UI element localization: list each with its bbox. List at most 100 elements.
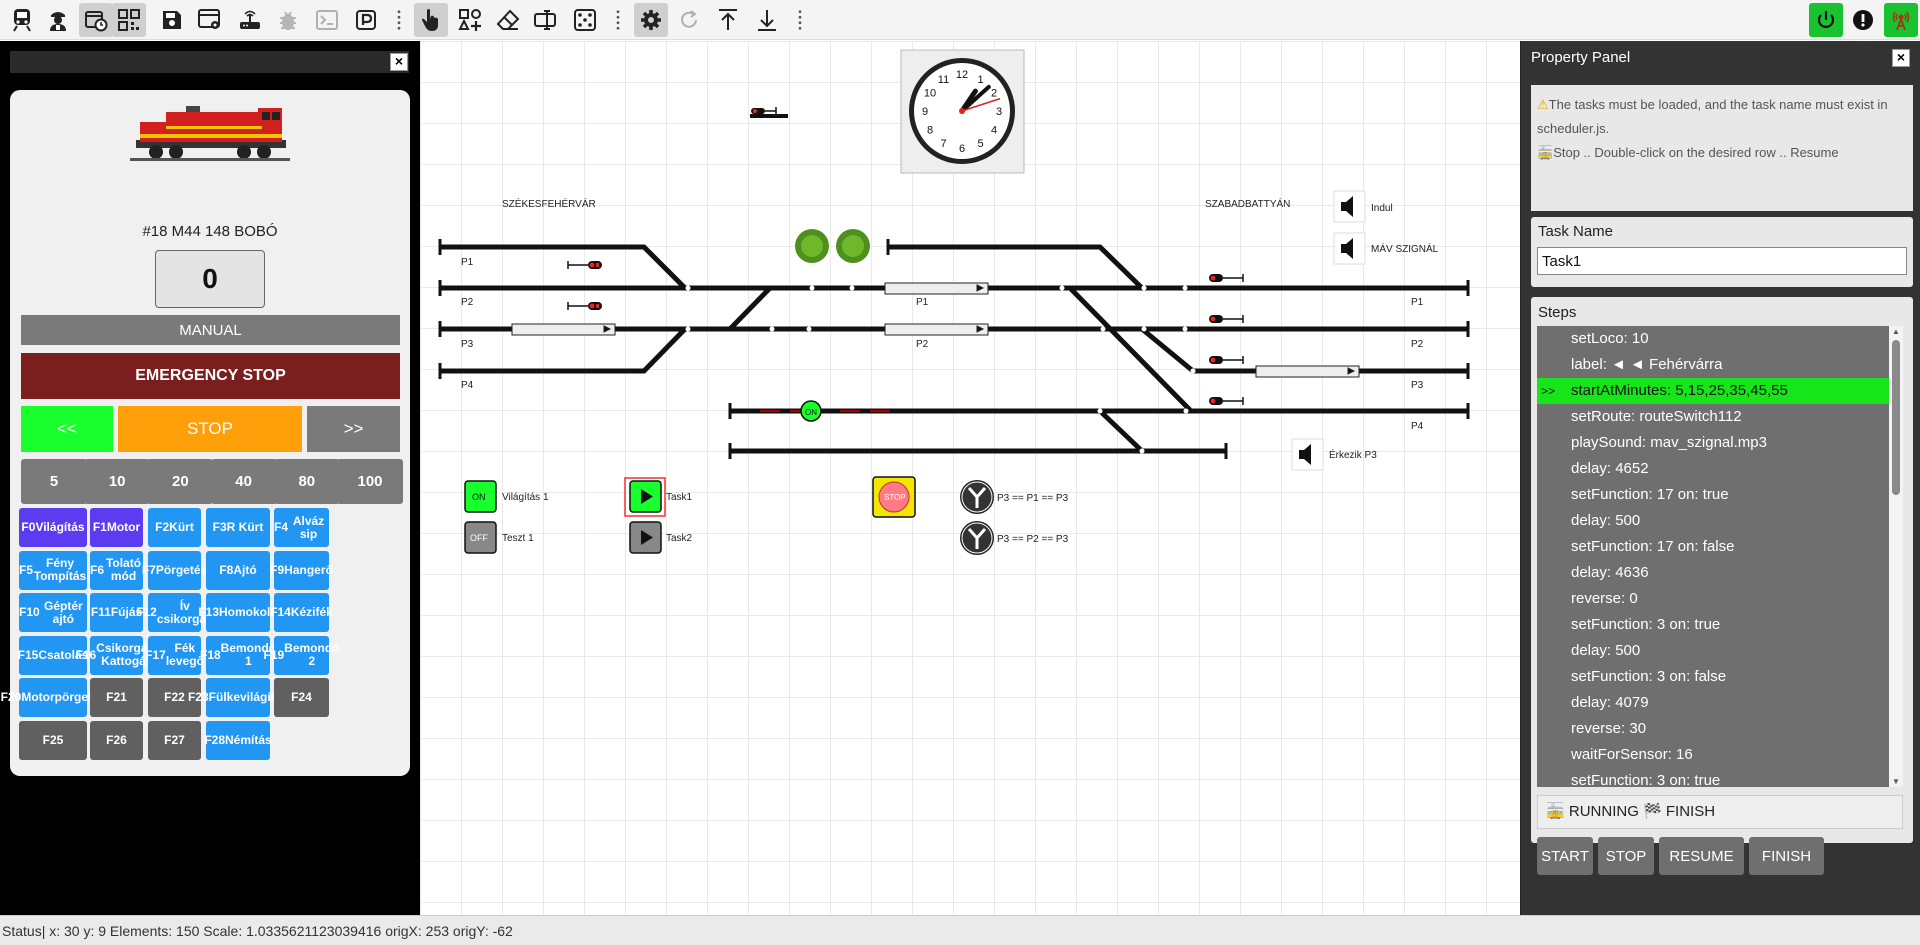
scroll-down-icon[interactable]: ▼ [1892,777,1900,786]
tracks[interactable] [440,244,1468,454]
green-lamps[interactable] [795,229,870,263]
antenna-icon[interactable] [1884,3,1918,37]
task-name-input[interactable] [1537,247,1907,275]
close-icon[interactable]: × [390,53,408,71]
route-button-2[interactable]: P3 == P2 == P3 [960,521,1069,555]
step-row[interactable]: delay: 4652 [1537,456,1889,482]
button-on-vilagitas[interactable]: ON Világítás 1 [464,480,549,513]
function-button-f6[interactable]: F6 Tolató mód [90,550,143,590]
steps-list[interactable]: setLoco: 10 label: ◄ ◄ Fehérvárra >> startA… [1537,326,1889,787]
bug-icon[interactable] [271,3,305,37]
pointer-icon[interactable] [414,3,448,37]
function-button-f27[interactable]: F27 [148,720,201,760]
toolbar-grip-2[interactable] [615,9,621,31]
task2-play-button[interactable]: Task2 [629,521,693,554]
signal-standalone[interactable] [750,107,788,118]
alert-icon[interactable] [1846,3,1880,37]
dice-icon[interactable] [568,3,602,37]
step-row[interactable]: reverse: 0 [1537,586,1889,612]
function-button-f20[interactable]: F20 Motorpörgetés [1,678,105,717]
function-button-f23[interactable]: F23 Fülkevilágítás [188,678,288,717]
canvas-stop-button[interactable]: STOP [872,476,916,518]
sound-button-indul[interactable]: Indul [1333,190,1393,223]
speed-step-button[interactable]: 100 [337,459,403,504]
sound-button-mav-szignal[interactable]: MÁV SZIGNÁL [1333,232,1439,265]
calendar-clock-icon[interactable] [79,3,113,37]
function-button-f10[interactable]: F10 Géptér ajtó [19,593,87,632]
scroll-up-icon[interactable]: ▲ [1892,327,1900,336]
speed-step-button[interactable]: 10 [84,459,151,504]
reverse-button[interactable]: << [21,406,113,452]
qrcode-icon[interactable] [112,3,146,37]
function-button-f13[interactable]: F13 Homokoló [198,593,278,632]
speed-step-button[interactable]: 40 [210,459,277,504]
step-row[interactable]: reverse: 30 [1537,716,1889,742]
stop-button[interactable]: STOP [118,406,302,452]
function-button-f18[interactable]: F18 Bemondó 1 [200,635,276,675]
power-icon[interactable] [1809,3,1843,37]
step-row[interactable]: setLoco: 10 [1537,326,1889,352]
function-button-f28[interactable]: F28 Némítás [204,720,272,760]
align-bottom-icon[interactable] [750,3,784,37]
function-button-f3[interactable]: F3 R Kürt [206,508,270,547]
step-row[interactable]: setFunction: 3 on: false [1537,664,1889,690]
gear-icon[interactable] [634,3,668,37]
step-row[interactable]: playSound: mav_szignal.mp3 [1537,430,1889,456]
function-button-f4[interactable]: F4 Alváz sip [274,508,329,547]
function-button-f26[interactable]: F26 [90,720,143,760]
step-row[interactable]: >> startAtMinutes: 5,15,25,35,45,55 [1537,378,1889,404]
speed-step-button[interactable]: 80 [273,459,340,504]
step-row[interactable]: setFunction: 17 on: true [1537,482,1889,508]
function-button-f5[interactable]: F5 Fény Tompítás [19,550,87,590]
function-button-f8[interactable]: F8 Ajtó [206,550,270,590]
function-button-f0[interactable]: F0 Világítás [19,508,87,547]
close-icon[interactable]: × [1892,49,1910,67]
manual-button[interactable]: MANUAL [21,315,400,345]
function-button-f12[interactable]: F12 Ív csikorgás [136,593,213,632]
step-row[interactable]: delay: 4079 [1537,690,1889,716]
sensor-on[interactable]: ON [800,400,822,422]
function-button-f7[interactable]: F7 Pörgetés [142,550,207,590]
train-icon[interactable] [5,3,39,37]
engineer-icon[interactable] [41,3,75,37]
step-row[interactable]: setFunction: 3 on: true [1537,768,1889,787]
function-button-f11[interactable]: F11 Fújás [90,593,143,632]
function-button-f25[interactable]: F25 [19,720,87,760]
route-button-1[interactable]: P3 == P1 == P3 [960,480,1069,514]
step-row[interactable]: delay: 500 [1537,508,1889,534]
layout-canvas[interactable]: 1 2 3 4 5 6 7 8 9 10 11 12 SZÉKESFEHÉRVÁR SZABADBAT… [420,41,1520,915]
step-row[interactable]: waitForSensor: 16 [1537,742,1889,768]
speed-step-button[interactable]: 5 [21,459,87,504]
rename-icon[interactable] [528,3,562,37]
scrollbar-thumb[interactable] [1892,340,1900,495]
step-row[interactable]: setRoute: routeSwitch112 [1537,404,1889,430]
window-gear-icon[interactable] [193,3,227,37]
finish-button[interactable]: FINISH [1749,837,1824,875]
function-button-f14[interactable]: F14 Kézifék [270,593,333,632]
function-button-f19[interactable]: F19 Bemondó 2 [263,635,340,675]
align-top-icon[interactable] [711,3,745,37]
button-off-teszt[interactable]: OFF Teszt 1 [464,521,534,554]
function-button-f24[interactable]: F24 [274,678,329,717]
add-shapes-icon[interactable] [453,3,487,37]
resume-button[interactable]: RESUME [1659,837,1744,875]
step-row[interactable]: label: ◄ ◄ Fehérvárra [1537,352,1889,378]
track-diagram[interactable]: 1234567891011 12 SZÉKESFEHÉRVÁR SZABADBAT… [420,41,1520,915]
steps-scrollbar[interactable]: ▲ ▼ [1889,326,1903,787]
step-row[interactable]: setFunction: 3 on: true [1537,612,1889,638]
step-row[interactable]: delay: 4636 [1537,560,1889,586]
task1-play-button[interactable]: Task1 [624,477,693,517]
toolbar-grip[interactable] [396,9,402,31]
refresh-icon[interactable] [672,3,706,37]
parking-icon[interactable] [349,3,383,37]
terminal-icon[interactable] [310,3,344,37]
start-button[interactable]: START [1537,837,1593,875]
router-icon[interactable] [233,3,267,37]
toolbar-grip-3[interactable] [797,9,803,31]
eraser-icon[interactable] [491,3,525,37]
step-row[interactable]: setFunction: 17 on: false [1537,534,1889,560]
task-stop-button[interactable]: STOP [1598,837,1654,875]
function-button-f9[interactable]: F9 Hangerő [270,550,333,590]
save-icon[interactable] [155,3,189,37]
function-button-f21[interactable]: F21 [90,678,143,717]
